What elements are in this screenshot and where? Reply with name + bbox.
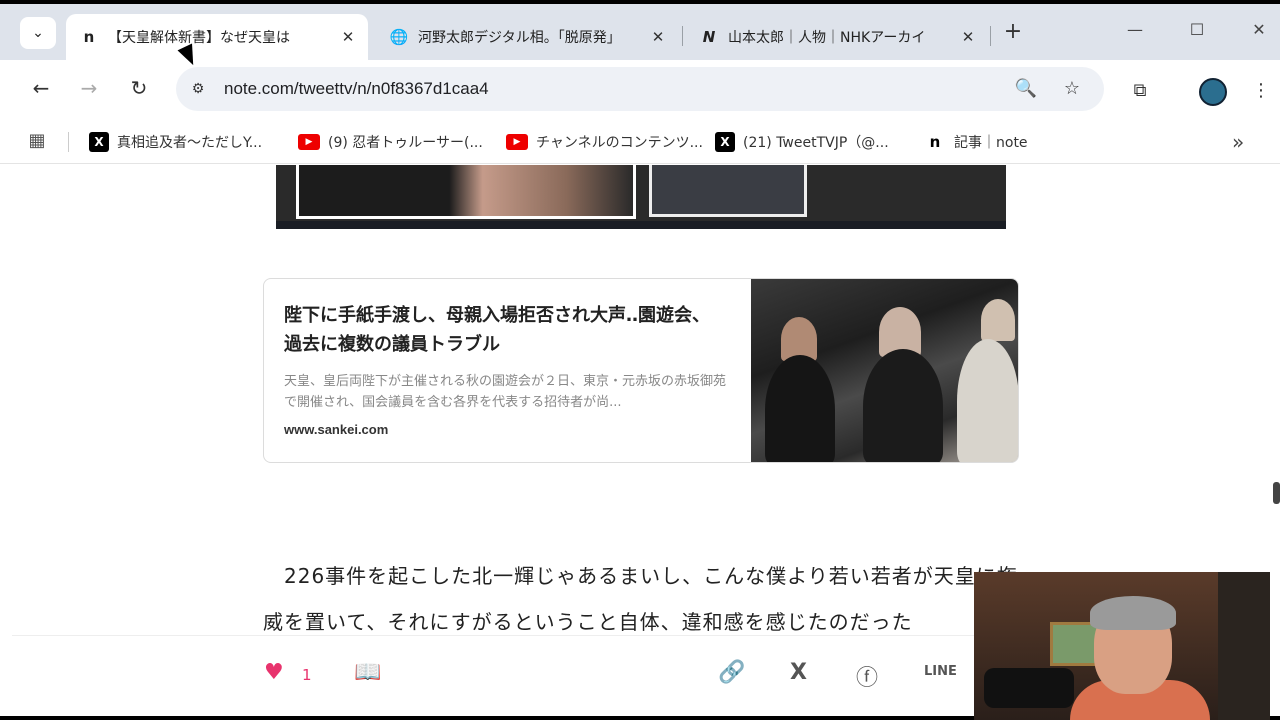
apps-grid-icon[interactable]: ▦	[26, 130, 48, 152]
bookmark-label: (21) TweetTVJP（@...	[743, 135, 889, 151]
microphone	[984, 668, 1074, 708]
close-icon[interactable]: ✕	[336, 28, 360, 46]
facebook-icon[interactable]: ⓕ	[856, 660, 878, 692]
line-icon[interactable]: LINE	[924, 664, 957, 679]
note-icon: n	[929, 133, 941, 151]
person-hair	[1090, 596, 1176, 630]
youtube-icon: ▶	[298, 134, 320, 150]
site-settings-icon[interactable]: ⚙	[186, 77, 210, 101]
nhk-favicon-icon: N	[702, 28, 716, 46]
image-caption-strip	[276, 221, 1006, 229]
image-panel	[649, 165, 807, 217]
x-share-icon[interactable]: X	[790, 660, 807, 685]
card-domain: www.sankei.com	[284, 422, 389, 437]
tab-separator	[682, 26, 683, 46]
back-button[interactable]: ←	[26, 74, 56, 104]
bookmark-separator	[68, 132, 69, 152]
avatar[interactable]	[1199, 78, 1227, 106]
link-icon[interactable]: 🔗	[718, 660, 745, 685]
menu-icon[interactable]: ⋮	[1248, 78, 1274, 104]
new-tab-button[interactable]: +	[1000, 20, 1026, 46]
link-preview-card[interactable]: 陛下に手紙手渡し、母親入場拒否され大声‥園遊会、過去に複数の議員トラブル 天皇、…	[263, 278, 1019, 463]
bookmarks-bar: ▦ X 真相追及者〜ただしY... ▶ (9) 忍者トゥルーサー(... ▶ チ…	[0, 120, 1280, 164]
like-count: 1	[302, 666, 312, 684]
tab-title: 河野太郎デジタル相。「脱原発」	[418, 30, 621, 46]
card-title[interactable]: 陛下に手紙手渡し、母親入場拒否され大声‥園遊会、過去に複数の議員トラブル	[284, 301, 724, 359]
chevron-down-icon: ⌄	[32, 25, 44, 41]
magazine-add-icon[interactable]: 📖	[354, 660, 381, 685]
reload-button[interactable]: ↻	[124, 74, 154, 104]
image-panel	[296, 165, 636, 219]
bookmark-label: 真相追及者〜ただしY...	[117, 135, 263, 151]
tab-separator	[990, 26, 991, 46]
address-bar[interactable]: ⚙ note.com/tweettv/n/n0f8367d1caa4 🔍 ☆	[176, 67, 1104, 111]
x-icon: X	[715, 132, 735, 152]
bookmark-label: 記事｜note	[954, 135, 1028, 151]
extensions-icon[interactable]: ⧉	[1127, 78, 1153, 104]
tab-active[interactable]: n 【天皇解体新書】なぜ天皇は ✕	[66, 14, 368, 60]
zoom-icon[interactable]: 🔍	[1014, 77, 1038, 101]
bookmark-label: チャンネルのコンテンツ...	[536, 135, 703, 151]
figure-body	[863, 349, 943, 462]
bookmark-item[interactable]: X (21) TweetTVJP（@...	[715, 131, 889, 153]
bookmark-item[interactable]: n 記事｜note	[924, 131, 1028, 153]
article-content: 陛下に手紙手渡し、母親入場拒否され大声‥園遊会、過去に複数の議員トラブル 天皇、…	[12, 165, 1268, 635]
star-icon[interactable]: ☆	[1060, 77, 1084, 101]
bookmark-item[interactable]: ▶ チャンネルのコンテンツ...	[506, 131, 703, 153]
article-image	[276, 165, 1006, 229]
close-icon[interactable]: ✕	[956, 28, 980, 46]
bookmark-label: (9) 忍者トゥルーサー(...	[328, 135, 483, 151]
forward-button[interactable]: →	[74, 74, 104, 104]
card-thumbnail	[751, 279, 1018, 462]
heart-icon[interactable]: ♥	[264, 660, 284, 685]
tab-2[interactable]: 🌐 河野太郎デジタル相。「脱原発」 ✕	[376, 14, 678, 60]
minimize-button[interactable]: —	[1122, 20, 1148, 46]
card-description: 天皇、皇后両陛下が主催される秋の園遊会が２日、東京・元赤坂の赤坂御苑で開催され、…	[284, 374, 727, 410]
tab-search-button[interactable]: ⌄	[20, 17, 56, 49]
youtube-icon: ▶	[506, 134, 528, 150]
toolbar: ← → ↻ ⚙ note.com/tweettv/n/n0f8367d1caa4…	[0, 60, 1280, 120]
note-favicon-icon: n	[83, 28, 95, 46]
figure-body	[957, 339, 1018, 462]
article-paragraph: 226事件を起こした北一輝じゃあるまいし、こんな僕より若い若者が天皇に権威を置い…	[263, 564, 1018, 634]
curtain	[1218, 572, 1270, 720]
tab-3[interactable]: N 山本太郎｜人物｜NHKアーカイ ✕	[686, 14, 988, 60]
scrollbar-thumb[interactable]	[1273, 482, 1280, 504]
close-icon[interactable]: ✕	[646, 28, 670, 46]
bookmark-item[interactable]: X 真相追及者〜ただしY...	[89, 131, 262, 153]
globe-icon: 🌐	[389, 28, 409, 46]
figure-body	[765, 355, 835, 462]
url-text[interactable]: note.com/tweettv/n/n0f8367d1caa4	[224, 79, 489, 99]
tab-title: 山本太郎｜人物｜NHKアーカイ	[728, 30, 926, 46]
x-icon: X	[89, 132, 109, 152]
bookmark-item[interactable]: ▶ (9) 忍者トゥルーサー(...	[298, 131, 483, 153]
maximize-button[interactable]: ☐	[1184, 20, 1210, 46]
webcam-overlay	[974, 572, 1270, 720]
tab-title: 【天皇解体新書】なぜ天皇は	[108, 30, 290, 46]
figure-head	[981, 299, 1015, 341]
window-close-button[interactable]: ✕	[1246, 20, 1272, 46]
more-bookmarks-icon[interactable]: »	[1232, 130, 1244, 154]
